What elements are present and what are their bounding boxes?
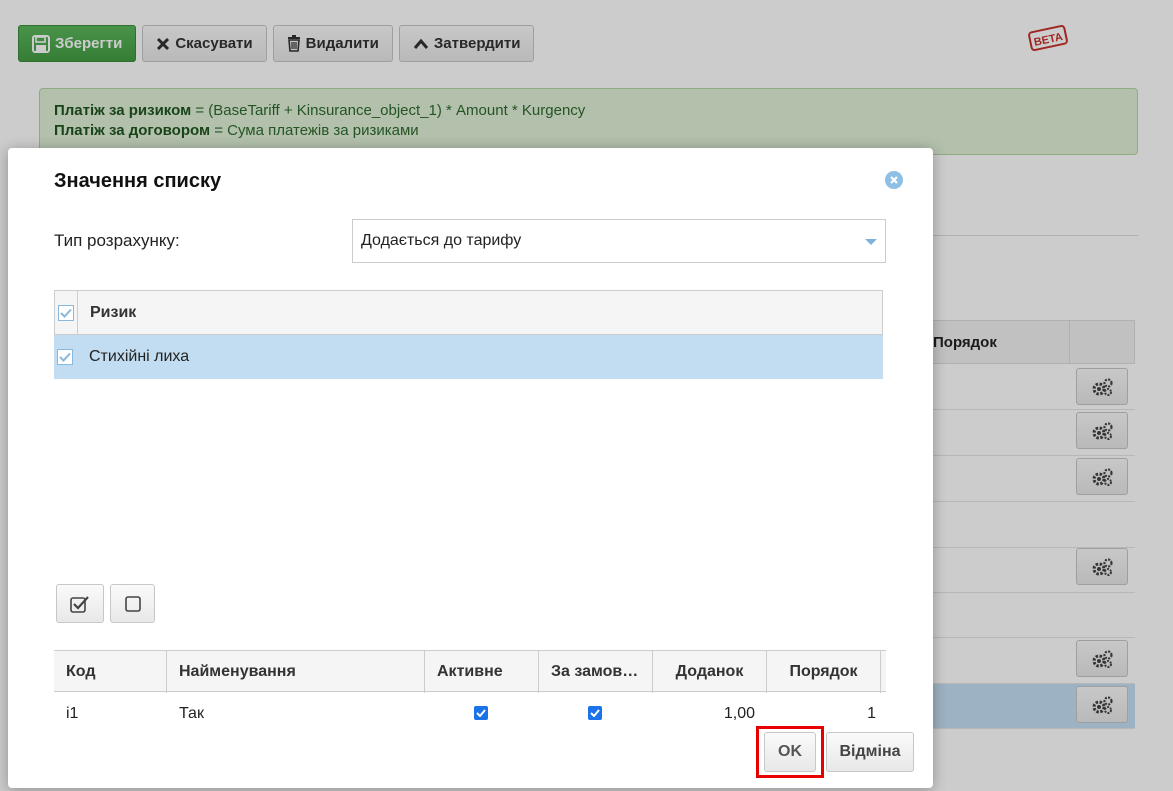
close-icon (890, 176, 898, 184)
column-header-addend[interactable]: Доданок (653, 651, 767, 693)
risk-column-header: Ризик (90, 304, 137, 321)
row-addend: 1,00 (723, 705, 755, 722)
empty-box-icon (124, 595, 141, 612)
uncheck-all-button[interactable] (110, 584, 155, 623)
risk-row-label: Стихійні лиха (89, 348, 190, 365)
selection-buttons (56, 584, 155, 623)
calc-type-value: Додається до тарифу (361, 232, 522, 249)
row-order: 1 (867, 705, 876, 722)
column-header-order[interactable]: Порядок (767, 651, 881, 693)
list-values-dialog: Значення списку Тип розрахунку: Додаєтьс… (8, 148, 933, 788)
calc-type-label: Тип розрахунку: (54, 231, 180, 250)
ok-button[interactable]: OK (764, 732, 816, 772)
calc-type-select[interactable]: Додається до тарифу (352, 219, 886, 263)
row-active-checkbox[interactable] (474, 706, 488, 720)
check-icon (476, 709, 486, 717)
dialog-close-button[interactable] (885, 171, 903, 189)
select-all-risks-checkbox[interactable] (58, 305, 74, 321)
column-header-code[interactable]: Код (54, 651, 167, 693)
column-header-name[interactable]: Найменування (167, 651, 425, 693)
column-header-default[interactable]: За замов… (539, 651, 653, 693)
check-icon (590, 709, 600, 717)
risk-row-checkbox[interactable] (57, 349, 73, 365)
values-grid-header: Код Найменування Активне За замов… Додан… (54, 650, 886, 693)
column-header-active[interactable]: Активне (425, 651, 539, 693)
row-code: i1 (66, 705, 79, 722)
dialog-cancel-button[interactable]: Відміна (826, 732, 914, 772)
dialog-title: Значення списку (54, 170, 222, 192)
check-all-button[interactable] (56, 584, 104, 623)
risk-grid: Ризик Стихійні лиха (54, 290, 883, 578)
checked-box-icon (70, 595, 89, 613)
risk-grid-header: Ризик (54, 290, 883, 335)
check-icon (59, 352, 71, 362)
chevron-down-icon (865, 239, 877, 245)
check-icon (60, 308, 72, 318)
row-default-checkbox[interactable] (588, 706, 602, 720)
risk-row[interactable]: Стихійні лиха (54, 335, 883, 379)
row-name: Так (179, 705, 204, 722)
